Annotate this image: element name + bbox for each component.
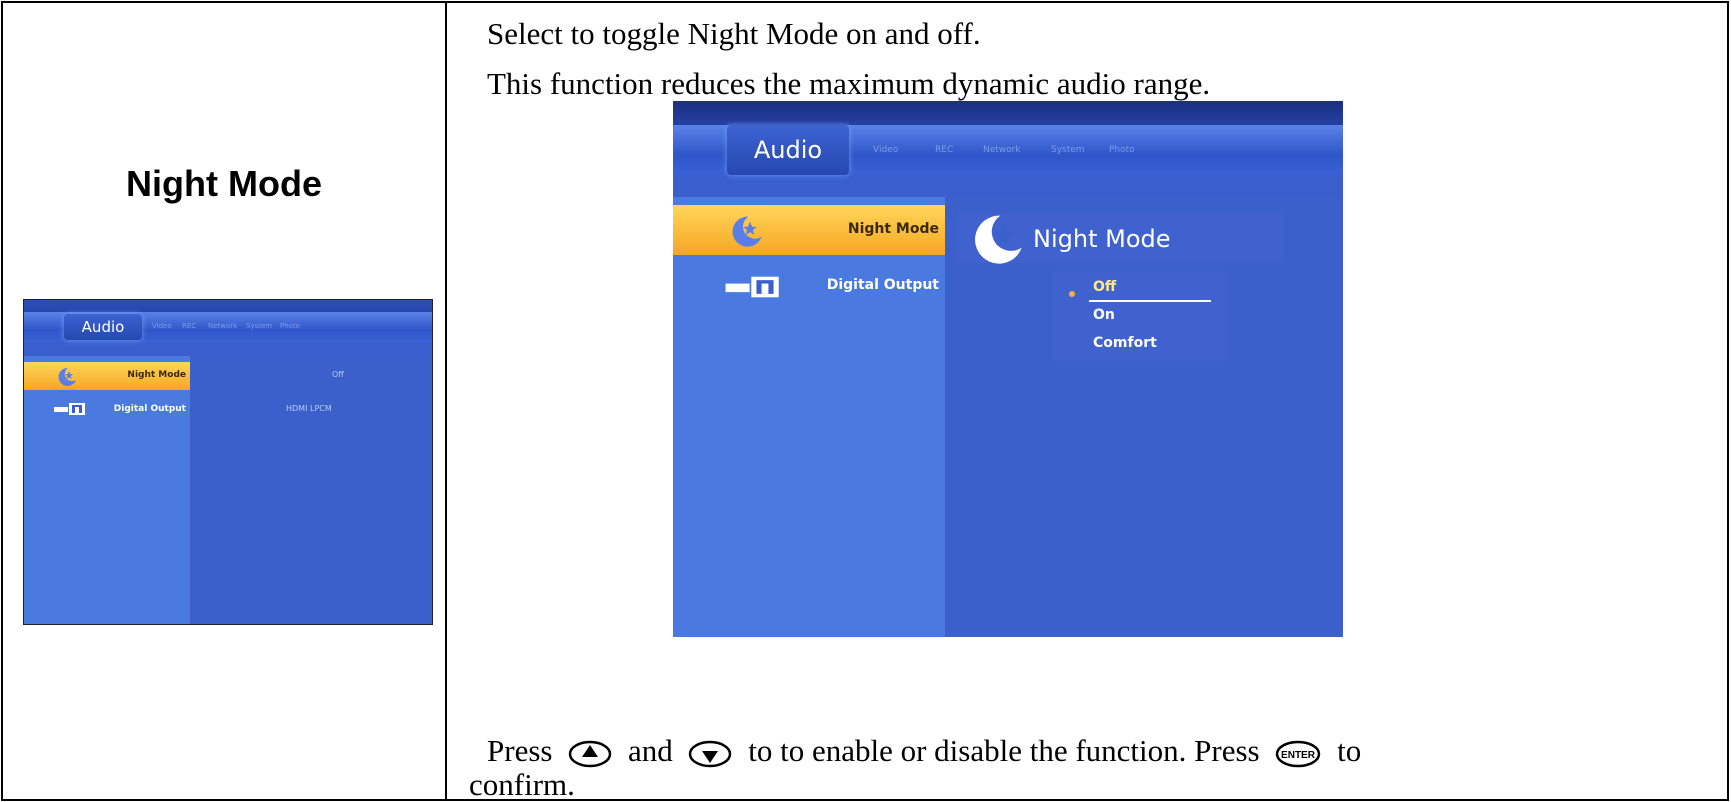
- menu-item-digital-output[interactable]: Digital Output: [24, 396, 190, 424]
- down-arrow-button-icon: [689, 740, 732, 768]
- column-divider: [445, 3, 447, 799]
- press-text: Press: [487, 733, 553, 768]
- tab-rec[interactable]: REC: [182, 322, 196, 330]
- tab-network[interactable]: Network: [983, 145, 1021, 155]
- speaker-output-icon: [725, 276, 779, 298]
- tab-photo[interactable]: Photo: [280, 322, 300, 330]
- tab-network[interactable]: Network: [208, 322, 237, 330]
- enter-label: ENTER: [1281, 750, 1316, 761]
- description-line-1: Select to toggle Night Mode on and off.: [487, 16, 981, 51]
- description-line-2: This function reduces the maximum dynami…: [487, 66, 1211, 101]
- moon-star-icon: [975, 215, 1022, 264]
- moon-star-icon: [58, 367, 76, 386]
- section-title: Night Mode: [126, 163, 322, 204]
- option-on[interactable]: On: [1093, 307, 1115, 323]
- to-text: to: [1337, 733, 1362, 768]
- moon-star-icon: [732, 216, 762, 247]
- option-off[interactable]: Off: [1093, 279, 1116, 295]
- tab-video[interactable]: Video: [152, 322, 172, 330]
- tab-photo[interactable]: Photo: [1109, 145, 1135, 155]
- menu-item-digital-output[interactable]: Digital Output: [673, 267, 945, 307]
- tab-system[interactable]: System: [1051, 145, 1085, 155]
- speaker-output-icon: [54, 403, 85, 415]
- menu-item-night-mode[interactable]: Night Mode: [24, 362, 190, 390]
- tab-audio[interactable]: Audio: [727, 125, 849, 175]
- digital-output-value: HDMI LPCM: [286, 404, 332, 413]
- up-arrow-button-icon: [568, 740, 612, 768]
- panel-title: Night Mode: [1033, 225, 1171, 253]
- tab-rec[interactable]: REC: [935, 145, 953, 155]
- menu-item-label: Digital Output: [826, 277, 939, 293]
- menu-main-area: [190, 356, 432, 624]
- large-menu-screenshot: Audio Video REC Network System Photo Nig…: [673, 101, 1343, 637]
- tab-audio[interactable]: Audio: [64, 314, 142, 340]
- tab-video[interactable]: Video: [873, 145, 898, 155]
- instruction-line: Press and to to enable or disable the fu…: [487, 733, 1361, 769]
- tab-system[interactable]: System: [246, 322, 272, 330]
- option-selection-underline: [1089, 300, 1211, 302]
- menu-item-label: Digital Output: [113, 404, 186, 414]
- enter-button-icon: ENTER: [1276, 740, 1321, 768]
- instruction-line-2: confirm.: [469, 767, 575, 802]
- instruction-mid-text: to to enable or disable the function. Pr…: [748, 733, 1260, 768]
- small-menu-screenshot: Audio Video REC Network System Photo Nig…: [23, 299, 433, 625]
- menu-item-label: Night Mode: [127, 370, 186, 380]
- option-comfort[interactable]: Comfort: [1093, 335, 1157, 351]
- document-table: Night Mode Audio Video REC Network Syste…: [1, 1, 1729, 802]
- and-text: and: [627, 733, 673, 768]
- night-mode-value: Off: [332, 370, 344, 379]
- menu-item-label: Night Mode: [847, 221, 939, 237]
- menu-item-night-mode[interactable]: Night Mode: [673, 205, 945, 255]
- selected-option-indicator: [1069, 291, 1075, 297]
- menu-sidebar: [673, 197, 945, 637]
